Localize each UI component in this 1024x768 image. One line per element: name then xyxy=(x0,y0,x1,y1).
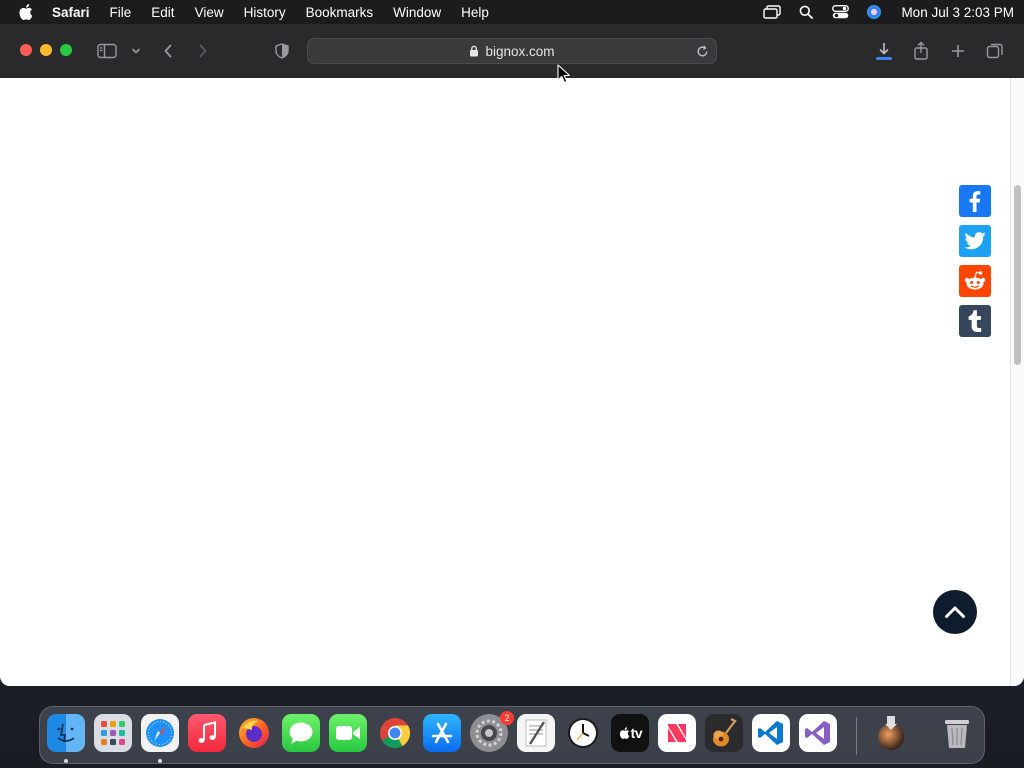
menu-bookmarks[interactable]: Bookmarks xyxy=(306,5,374,20)
spotlight-search-icon[interactable] xyxy=(797,4,815,20)
window-zoom-button[interactable] xyxy=(60,44,72,56)
menu-clock[interactable]: Mon Jul 3 2:03 PM xyxy=(901,5,1014,20)
downloads-stack-icon[interactable] xyxy=(872,714,910,752)
vertical-scrollbar[interactable] xyxy=(1010,78,1024,686)
menu-view[interactable]: View xyxy=(195,5,224,20)
garageband-icon[interactable] xyxy=(705,714,743,752)
browser-toolbar: bignox.com xyxy=(0,24,1024,79)
privacy-shield-icon[interactable] xyxy=(272,41,292,61)
clock-icon[interactable] xyxy=(564,714,602,752)
safari-app-icon[interactable] xyxy=(141,714,179,752)
twitter-share-button[interactable] xyxy=(959,225,991,257)
chevron-down-icon[interactable] xyxy=(126,41,146,61)
textedit-icon[interactable] xyxy=(517,714,555,752)
share-icon[interactable] xyxy=(911,41,931,61)
dock: 2 tv xyxy=(39,706,985,764)
forward-icon[interactable] xyxy=(193,41,213,61)
news-icon[interactable] xyxy=(658,714,696,752)
tumblr-share-button[interactable] xyxy=(959,305,991,337)
tv-icon[interactable]: tv xyxy=(611,714,649,752)
new-tab-icon[interactable] xyxy=(948,41,968,61)
menu-help[interactable]: Help xyxy=(461,5,489,20)
back-icon[interactable] xyxy=(158,41,178,61)
chrome-icon[interactable] xyxy=(376,714,414,752)
facebook-share-button[interactable] xyxy=(959,185,991,217)
screen-mirroring-icon[interactable] xyxy=(763,4,782,20)
launchpad-icon[interactable] xyxy=(94,714,132,752)
window-minimize-button[interactable] xyxy=(40,44,52,56)
finder-running-dot xyxy=(64,759,68,763)
music-icon[interactable] xyxy=(188,714,226,752)
reload-icon[interactable] xyxy=(694,43,710,59)
messages-icon[interactable] xyxy=(282,714,320,752)
menu-history[interactable]: History xyxy=(244,5,286,20)
trash-icon[interactable] xyxy=(938,714,976,752)
safari-window: bignox.com xyxy=(0,24,1024,686)
scrollbar-thumb[interactable] xyxy=(1014,185,1021,365)
lock-icon xyxy=(469,45,479,57)
menu-app-name[interactable]: Safari xyxy=(52,5,90,20)
menu-window[interactable]: Window xyxy=(393,5,441,20)
web-page-content xyxy=(0,78,1010,686)
apple-icon[interactable] xyxy=(18,4,34,20)
reddit-share-button[interactable] xyxy=(959,265,991,297)
window-close-button[interactable] xyxy=(20,44,32,56)
dock-separator xyxy=(856,717,857,755)
tv-label: tv xyxy=(630,725,643,741)
menu-bar: Safari File Edit View History Bookmarks … xyxy=(0,0,1024,24)
back-to-top-button[interactable] xyxy=(933,590,977,634)
url-text: bignox.com xyxy=(485,43,555,59)
safari-running-dot xyxy=(158,759,162,763)
control-center-icon[interactable] xyxy=(831,4,849,20)
settings-notification-badge: 2 xyxy=(500,711,514,725)
vscode-icon[interactable] xyxy=(752,714,790,752)
sidebar-toggle-icon[interactable] xyxy=(97,41,117,61)
menu-file[interactable]: File xyxy=(110,5,132,20)
mouse-cursor-icon xyxy=(557,64,571,84)
app-store-icon[interactable] xyxy=(423,714,461,752)
firefox-icon[interactable] xyxy=(235,714,273,752)
downloads-icon[interactable] xyxy=(874,41,894,61)
tab-overview-icon[interactable] xyxy=(985,41,1005,61)
visual-studio-icon[interactable] xyxy=(799,714,837,752)
finder-icon[interactable] xyxy=(47,714,85,752)
menu-edit[interactable]: Edit xyxy=(151,5,174,20)
facetime-icon[interactable] xyxy=(329,714,367,752)
address-bar[interactable]: bignox.com xyxy=(307,38,717,64)
siri-icon[interactable] xyxy=(865,4,883,20)
